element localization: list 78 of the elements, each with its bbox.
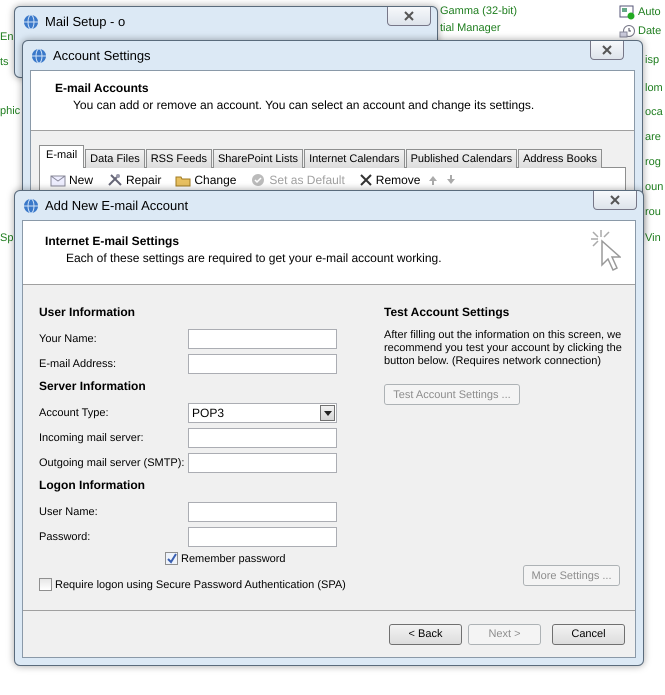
close-icon: [609, 195, 621, 205]
checkbox[interactable]: [165, 552, 178, 565]
close-button[interactable]: [387, 7, 431, 26]
tab[interactable]: SharePoint Lists: [212, 149, 304, 168]
input-field[interactable]: [188, 428, 337, 448]
field-label: Password:: [39, 531, 92, 543]
close-button[interactable]: [590, 41, 624, 60]
input-field[interactable]: [188, 527, 337, 547]
toolbar-button[interactable]: New: [50, 173, 94, 187]
control-panel-icon[interactable]: [619, 4, 635, 20]
section-heading: Internet E-mail Settings: [45, 234, 180, 248]
test-description: After filling out the information on this screen, we recommend you test your account by clicking the button below. (Requires network connection): [384, 329, 623, 368]
desktop-item-label[interactable]: Date: [638, 24, 662, 38]
tab[interactable]: Data Files: [85, 149, 145, 168]
desktop-item-label[interactable]: Vin: [645, 231, 661, 245]
input-field[interactable]: [188, 453, 337, 473]
tab[interactable]: Address Books: [518, 149, 602, 168]
tools-icon: [107, 173, 124, 187]
checkbox-label: Require logon using Secure Password Authentication (SPA): [55, 578, 346, 590]
wizard-button[interactable]: Cancel: [552, 624, 625, 644]
section-description: You can add or remove an account. You can select an account and change its settings.: [72, 98, 536, 112]
section-heading: Server Information: [39, 379, 147, 395]
tab[interactable]: Published Calendars: [406, 149, 518, 168]
tab[interactable]: RSS Feeds: [146, 149, 212, 168]
toolbar-button[interactable]: Repair: [107, 173, 162, 187]
app-icon: [31, 48, 47, 64]
down-arrow-icon: [446, 175, 456, 185]
desktop-item-label[interactable]: lom: [645, 81, 663, 95]
envelope-icon: [50, 173, 66, 187]
section-heading: User Information: [39, 305, 136, 321]
input-field[interactable]: [188, 354, 337, 374]
wizard-button[interactable]: < Back: [389, 624, 462, 644]
desktop-item-label[interactable]: En: [0, 30, 14, 44]
up-arrow-icon: [428, 175, 438, 185]
field-label: Your Name:: [39, 333, 98, 345]
desktop-item-label[interactable]: Sp: [0, 231, 14, 245]
desktop-item-label[interactable]: rog: [645, 155, 661, 169]
window-title: Add New E-mail Account: [45, 198, 188, 213]
check-icon: [166, 553, 177, 564]
window-title: Mail Setup - o: [45, 14, 126, 29]
close-icon: [601, 45, 613, 55]
checkbox[interactable]: [39, 578, 52, 591]
clock-icon[interactable]: [619, 23, 635, 39]
section-heading: Logon Information: [39, 478, 146, 494]
desktop-item-label[interactable]: oun: [645, 180, 664, 194]
desktop-item-label[interactable]: isp: [645, 53, 660, 67]
close-icon: [403, 11, 415, 21]
desktop-item-label[interactable]: are: [645, 130, 661, 144]
section-heading: E-mail Accounts: [55, 81, 150, 95]
desktop-item-label[interactable]: tial Manager: [440, 21, 501, 35]
remove-icon: [358, 173, 373, 187]
toolbar-button[interactable]: Change: [175, 173, 236, 187]
app-icon: [23, 14, 39, 30]
dropdown-arrow-icon: [324, 410, 332, 416]
section-heading: Test Account Settings: [384, 305, 510, 321]
desktop-item-label[interactable]: oca: [645, 105, 663, 119]
desktop-item-label[interactable]: ts: [0, 55, 9, 69]
field-label: User Name:: [39, 506, 99, 518]
desktop-item-label[interactable]: rou: [645, 205, 661, 219]
checkbox-label: Remember password: [181, 552, 286, 564]
input-field[interactable]: [188, 329, 337, 349]
field-label: E-mail Address:: [39, 358, 118, 370]
toolbar-button[interactable]: Remove: [358, 173, 420, 187]
field-label: Account Type:: [39, 407, 110, 419]
close-button[interactable]: [593, 191, 637, 210]
desktop-item-label[interactable]: Gamma (32-bit): [440, 4, 518, 18]
section-description: Each of these settings are required to get your e-mail account working.: [65, 251, 442, 265]
field-label: Outgoing mail server (SMTP):: [39, 457, 186, 469]
desktop-item-label[interactable]: Auto: [638, 5, 661, 19]
app-icon: [23, 198, 39, 214]
check-circle-icon: [250, 173, 266, 187]
tab[interactable]: E-mail: [39, 145, 84, 168]
desktop-item-label[interactable]: phic: [0, 104, 20, 118]
tab[interactable]: Internet Calendars: [304, 149, 405, 168]
input-field[interactable]: [188, 502, 337, 522]
window-title: Account Settings: [53, 48, 151, 63]
account-type-dropdown[interactable]: POP3: [188, 403, 337, 423]
field-label: Incoming mail server:: [39, 432, 145, 444]
